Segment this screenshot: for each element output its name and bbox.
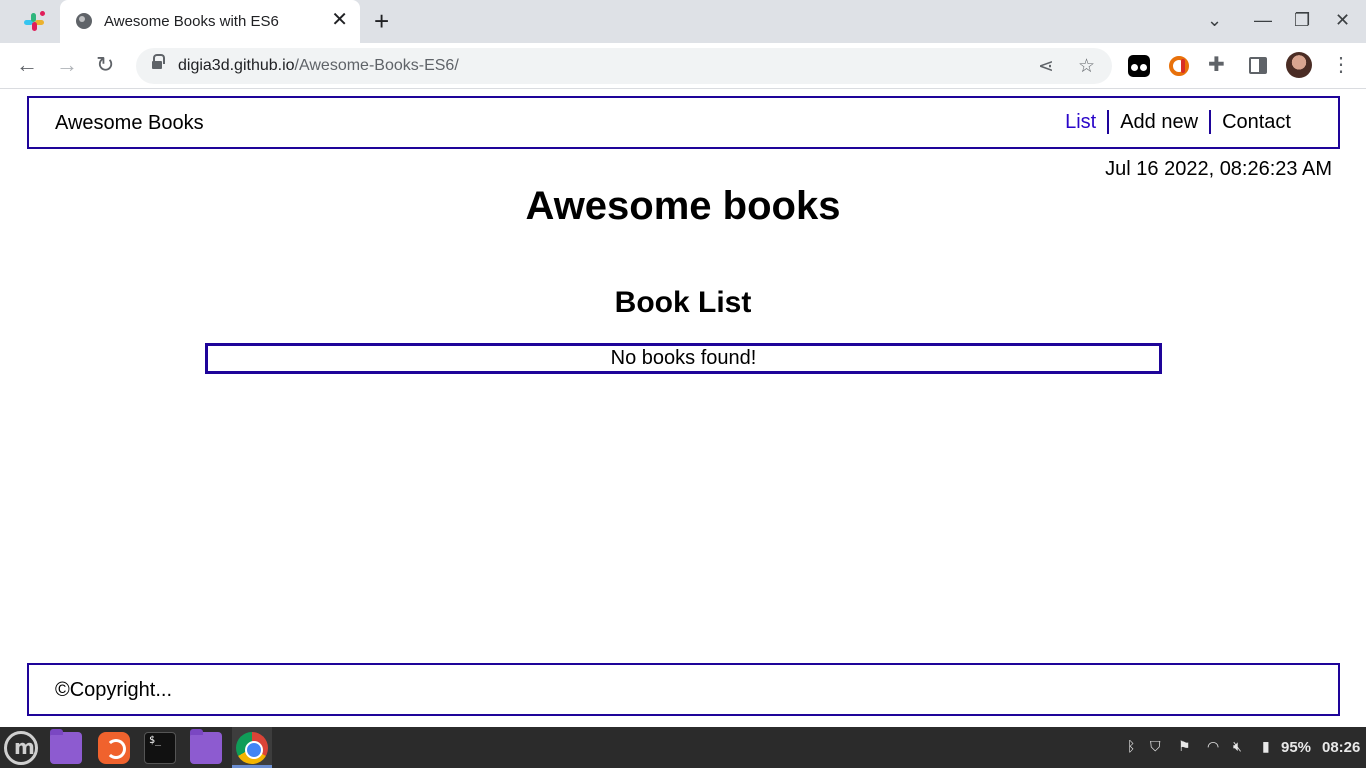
pinned-tab-slack[interactable] (14, 8, 54, 36)
url-text[interactable]: digia3d.github.io/Awesome-Books-ES6/ (178, 57, 459, 75)
files-folder-icon[interactable] (50, 729, 82, 764)
nav-link-add-new[interactable]: Add new (1109, 110, 1209, 134)
lock-icon[interactable] (152, 54, 165, 71)
files-folder-icon[interactable] (190, 729, 222, 764)
volume-muted-icon[interactable]: 🔇︎ (1233, 738, 1242, 755)
bookmark-star-icon[interactable]: ☆ (1078, 55, 1095, 78)
taskbar-clock[interactable]: 08:26 (1322, 739, 1360, 756)
side-panel-icon[interactable] (1249, 57, 1267, 74)
tampermonkey-extension-icon[interactable] (1128, 55, 1150, 77)
share-icon[interactable]: ⋖ (1038, 55, 1054, 78)
taskbar-chrome-active[interactable] (232, 727, 272, 768)
web-page: Awesome Books List Add new Contact Jul 1… (0, 90, 1366, 727)
close-tab-icon[interactable]: ✕ (331, 10, 348, 30)
tab-title: Awesome Books with ES6 (104, 13, 279, 30)
close-window-button[interactable]: ✕ (1335, 8, 1350, 32)
reload-icon[interactable]: ↻ (96, 53, 114, 77)
tab-active[interactable]: Awesome Books with ES6 ✕ (60, 0, 360, 43)
bluetooth-icon[interactable]: ᛒ (1127, 738, 1135, 754)
wifi-icon[interactable]: ◠ (1207, 738, 1219, 755)
forward-arrow-icon[interactable]: → (56, 53, 78, 77)
firefox-icon[interactable] (98, 732, 130, 764)
chrome-icon (236, 732, 268, 764)
globe-icon (76, 13, 92, 29)
new-tab-button[interactable]: + (374, 6, 389, 36)
maximize-button[interactable]: ❐ (1294, 8, 1310, 32)
shield-icon[interactable]: ⛉ (1150, 738, 1161, 755)
slack-icon (24, 10, 46, 32)
flag-icon[interactable]: ⚑ (1178, 738, 1191, 755)
start-menu-icon[interactable] (4, 731, 38, 765)
site-brand: Awesome Books (55, 112, 204, 134)
profile-avatar[interactable] (1286, 52, 1312, 78)
back-arrow-icon[interactable]: ← (16, 53, 38, 77)
extensions-puzzle-icon[interactable]: ✚ (1208, 52, 1230, 76)
browser-toolbar: ← → ↻ digia3d.github.io/Awesome-Books-ES… (0, 43, 1366, 89)
current-datetime: Jul 16 2022, 08:26:23 AM (1105, 158, 1332, 180)
site-footer: ©Copyright... (27, 663, 1340, 716)
tab-search-chevron-icon[interactable]: ⌄ (1207, 8, 1222, 32)
nav-links: List Add new Contact (1054, 110, 1302, 134)
nav-link-list[interactable]: List (1054, 110, 1107, 134)
os-taskbar: ᛒ ⛉ ⚑ ◠ 🔇︎ ▮ 95% 08:26 (0, 727, 1366, 768)
tab-strip: Awesome Books with ES6 ✕ + ⌄ — ❐ ✕ (0, 0, 1366, 43)
key-extension-icon[interactable] (1167, 55, 1189, 77)
copyright-text: ©Copyright... (55, 679, 173, 701)
terminal-icon[interactable] (144, 732, 176, 764)
nav-link-contact[interactable]: Contact (1211, 110, 1302, 134)
book-list-container: No books found! (205, 343, 1162, 374)
minimize-button[interactable]: — (1254, 8, 1272, 32)
site-navbar: Awesome Books List Add new Contact (27, 96, 1340, 149)
browser-menu-icon[interactable]: ⋮ (1331, 52, 1351, 77)
battery-percent: 95% (1281, 739, 1312, 756)
empty-message: No books found! (610, 347, 757, 369)
page-title: Awesome books (525, 184, 841, 228)
battery-icon[interactable]: ▮ (1262, 738, 1270, 755)
section-title: Book List (614, 286, 752, 319)
address-bar[interactable]: digia3d.github.io/Awesome-Books-ES6/ ⋖ ☆ (136, 48, 1112, 84)
